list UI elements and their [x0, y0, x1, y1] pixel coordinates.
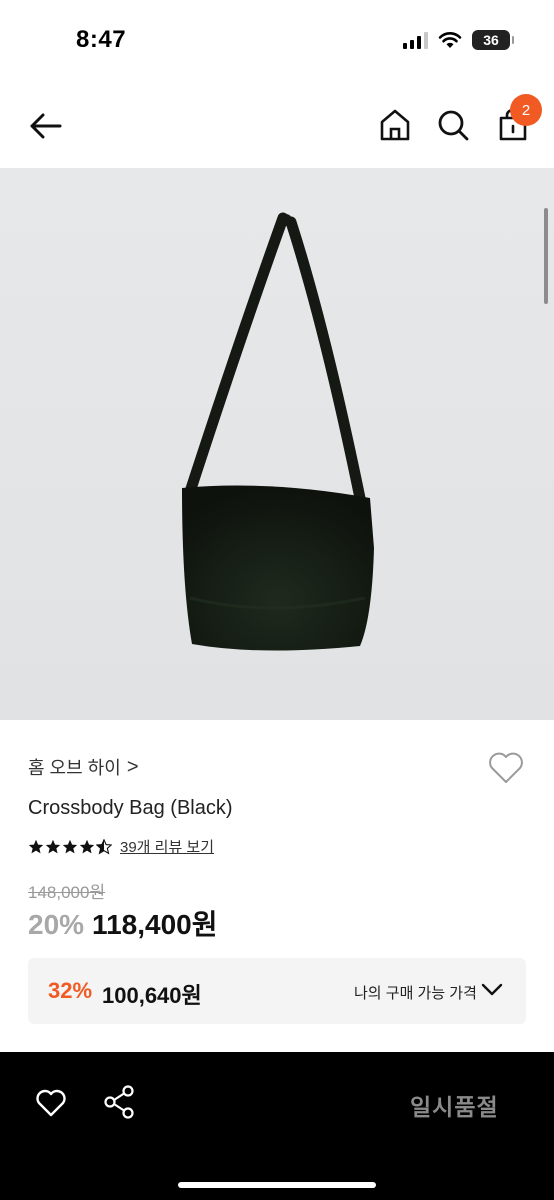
- heart-icon[interactable]: [486, 748, 526, 786]
- product-photo-bag: [182, 212, 374, 651]
- product-name: Crossbody Bag (Black): [28, 797, 233, 819]
- home-indicator: [178, 1182, 376, 1188]
- top-nav-bar: [0, 90, 554, 162]
- product-image[interactable]: [0, 168, 554, 720]
- my-price-value: 100,640원: [102, 983, 202, 1008]
- chevron-down-icon: [481, 983, 503, 996]
- price-row: 20% 118,400원: [28, 903, 217, 943]
- heart-icon[interactable]: [34, 1086, 68, 1118]
- my-price-dropdown[interactable]: 32% 100,640원 나의 구매 가능 가격: [28, 958, 526, 1024]
- share-icon[interactable]: [102, 1084, 136, 1120]
- status-bar: 8:47 36: [0, 0, 554, 80]
- battery-level: 36: [483, 32, 499, 48]
- bottom-action-bar: 일시품절: [0, 1052, 554, 1200]
- star-icon: [79, 839, 95, 853]
- status-icons: 36: [403, 30, 514, 50]
- star-icon: [45, 839, 61, 853]
- search-icon[interactable]: [434, 106, 472, 144]
- star-half-icon: [96, 838, 112, 855]
- cellular-signal-icon: [403, 31, 428, 49]
- brand-name: 홈 오브 하이: [28, 758, 121, 778]
- my-price-label: 나의 구매 가능 가격: [354, 985, 477, 1002]
- home-icon[interactable]: [376, 106, 414, 144]
- review-link[interactable]: 39개 리뷰 보기: [120, 836, 214, 857]
- sale-price: 118,400원: [92, 909, 218, 940]
- discount-rate: 20%: [28, 909, 85, 940]
- star-icon: [28, 839, 44, 853]
- soldout-button[interactable]: 일시품절: [410, 1088, 499, 1122]
- cart-count-badge: 2: [510, 94, 542, 126]
- image-scroll-indicator: [544, 208, 548, 304]
- rating-stars: [28, 838, 112, 855]
- battery-icon: 36: [472, 30, 514, 50]
- my-price-rate: 32%: [48, 978, 93, 1003]
- original-price: 148,000원: [28, 883, 106, 902]
- brand-link[interactable]: 홈 오브 하이 >: [28, 754, 139, 780]
- rating-row: 39개 리뷰 보기: [28, 836, 214, 857]
- wifi-icon: [438, 32, 462, 48]
- chevron-right-icon: >: [126, 755, 139, 778]
- back-arrow-icon[interactable]: [26, 108, 66, 144]
- star-icon: [62, 839, 78, 853]
- status-time: 8:47: [76, 26, 127, 53]
